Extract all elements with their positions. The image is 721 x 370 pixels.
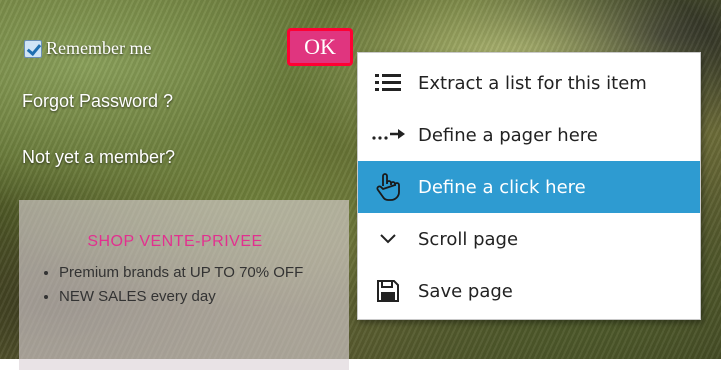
- promo-item: Premium brands at UP TO 70% OFF: [59, 261, 319, 285]
- menu-item-label: Save page: [418, 280, 513, 302]
- promo-panel: SHOP VENTE-PRIVEE Premium brands at UP T…: [19, 200, 349, 370]
- checkbox-checked-icon[interactable]: [24, 39, 42, 58]
- menu-item-label: Extract a list for this item: [418, 72, 647, 94]
- remember-me-checkbox[interactable]: Remember me: [24, 38, 151, 59]
- promo-list: Premium brands at UP TO 70% OFF NEW SALE…: [39, 261, 319, 309]
- menu-item-define-pager[interactable]: Define a pager here: [358, 109, 700, 161]
- menu-item-extract-list[interactable]: Extract a list for this item: [358, 57, 700, 109]
- menu-item-label: Define a pager here: [418, 124, 598, 146]
- hand-pointer-icon: [364, 172, 412, 202]
- list-icon: [364, 72, 412, 94]
- remember-me-label: Remember me: [46, 38, 152, 58]
- not-member-link[interactable]: Not yet a member?: [22, 147, 175, 168]
- menu-item-label: Define a click here: [418, 176, 586, 198]
- chevron-down-icon: [364, 233, 412, 245]
- pager-arrow-icon: [364, 128, 412, 142]
- forgot-password-link[interactable]: Forgot Password ?: [22, 91, 173, 112]
- menu-item-scroll-page[interactable]: Scroll page: [358, 213, 700, 265]
- menu-item-save-page[interactable]: Save page: [358, 265, 700, 317]
- context-menu: Extract a list for this item Define a pa…: [357, 52, 701, 320]
- ok-button[interactable]: OK: [287, 28, 353, 66]
- menu-item-label: Scroll page: [418, 228, 519, 250]
- menu-item-define-click[interactable]: Define a click here: [358, 161, 700, 213]
- save-icon: [364, 280, 412, 302]
- promo-item: NEW SALES every day: [59, 285, 319, 309]
- promo-title: SHOP VENTE-PRIVEE: [87, 233, 263, 250]
